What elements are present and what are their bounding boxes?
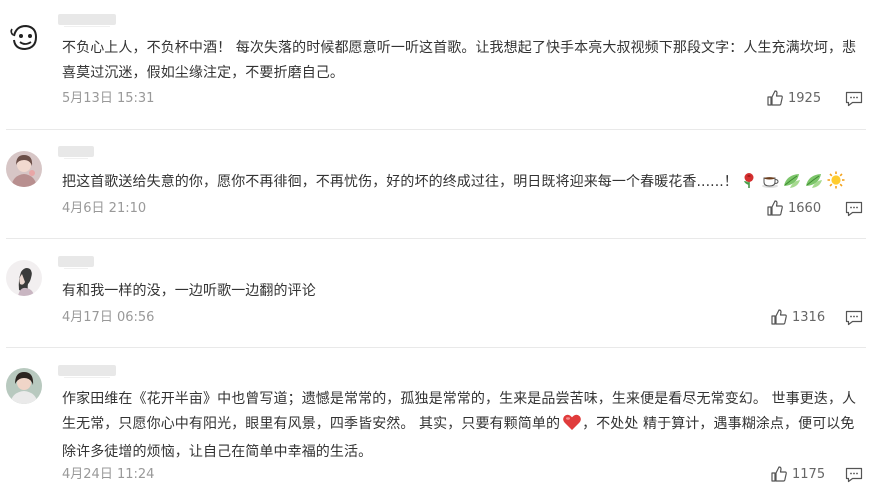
heart-icon	[562, 413, 582, 440]
portrait-photo-avatar-icon	[6, 368, 42, 404]
user-avatar[interactable]	[6, 260, 42, 296]
like-button[interactable]: 1175	[770, 464, 825, 484]
username-redacted[interactable]	[58, 365, 116, 378]
like-count: 1660	[788, 200, 822, 216]
like-button[interactable]: 1660	[766, 198, 821, 218]
thumbs-up-icon	[771, 466, 787, 482]
user-avatar[interactable]	[6, 20, 42, 56]
thumbs-up-icon	[771, 309, 787, 325]
comment-text: 把这首歌送给失意的你，愿你不再徘徊，不再忧伤，好的坏的终成过往，明日既将迎来每一…	[62, 170, 868, 198]
reply-button[interactable]	[844, 465, 864, 485]
comment-bubble-icon	[845, 467, 863, 483]
comment-divider	[6, 238, 866, 239]
user-avatar[interactable]	[6, 151, 42, 187]
comment-text: 作家田维在《花开半亩》中也曾写道；遗憾是常常的，孤独是常常的，生来是品尝苦味，生…	[62, 387, 868, 465]
username-redacted[interactable]	[58, 256, 94, 269]
comment-bubble-icon	[845, 310, 863, 326]
reply-button[interactable]	[844, 89, 864, 109]
girl-photo-avatar-icon	[6, 151, 42, 187]
username-redacted[interactable]	[58, 14, 116, 27]
like-count: 1316	[792, 309, 826, 325]
doodle-face-avatar-icon	[6, 20, 42, 56]
like-button[interactable]: 1316	[770, 307, 825, 327]
comment-divider	[6, 129, 866, 130]
comment-text: 不负心上人，不负杯中酒！ 每次失落的时候都愿意听一听这首歌。让我想起了快手本亮大…	[62, 40, 857, 81]
thumbs-up-icon	[767, 200, 783, 216]
user-avatar[interactable]	[6, 368, 42, 404]
comment-date: 4月17日 06:56	[62, 310, 155, 325]
reply-button[interactable]	[844, 308, 864, 328]
comment-date: 4月6日 21:10	[62, 201, 147, 216]
comment-text-body: 把这首歌送给失意的你，愿你不再徘徊，不再忧伤，好的坏的终成过往，明日既将迎来每一…	[62, 174, 738, 190]
like-button[interactable]: 1925	[766, 88, 821, 108]
coffee-icon	[760, 171, 780, 198]
comment-text: 有和我一样的没，一边听歌一边翻的评论	[62, 283, 316, 299]
comment-bubble-icon	[845, 91, 863, 107]
comment-date: 5月13日 15:31	[62, 91, 155, 106]
username-redacted[interactable]	[58, 146, 94, 159]
rose-icon	[740, 171, 758, 198]
like-count: 1925	[788, 90, 822, 106]
comment-date: 4月24日 11:24	[62, 467, 155, 482]
sun-icon	[826, 171, 846, 198]
reply-button[interactable]	[844, 199, 864, 219]
profile-sketch-avatar-icon	[6, 260, 42, 296]
comment-divider	[6, 347, 866, 348]
like-count: 1175	[792, 466, 826, 482]
leaves-icon	[804, 171, 824, 198]
leaves-icon	[782, 171, 802, 198]
comment-bubble-icon	[845, 201, 863, 217]
thumbs-up-icon	[767, 90, 783, 106]
